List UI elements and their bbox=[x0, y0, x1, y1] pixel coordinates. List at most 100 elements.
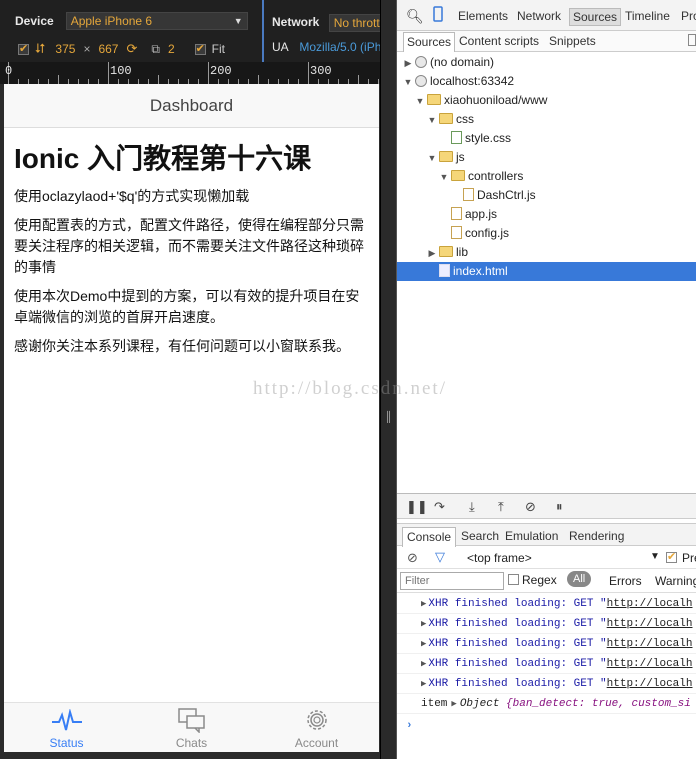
inspect-search-icon[interactable]: 🔍︎ bbox=[406, 8, 424, 25]
expand-triangle-icon[interactable]: ▼ bbox=[403, 73, 413, 92]
folder-icon bbox=[451, 170, 465, 181]
ruler-tick bbox=[258, 75, 259, 84]
message-url-link[interactable]: http://localh bbox=[607, 678, 693, 690]
frame-selector[interactable]: <top frame> bbox=[467, 551, 532, 565]
clear-console-icon[interactable]: ⊘ bbox=[407, 550, 418, 566]
drawer-tab-rendering[interactable]: Rendering bbox=[569, 529, 624, 543]
tab-network[interactable]: Network bbox=[517, 9, 561, 23]
tab-account[interactable]: Account bbox=[254, 703, 379, 752]
filter-icon[interactable]: ▽ bbox=[435, 549, 445, 565]
expand-triangle-icon[interactable]: ▼ bbox=[427, 149, 437, 168]
drawer-tab-search[interactable]: Search bbox=[461, 529, 499, 543]
message-url-link[interactable]: http://localh bbox=[607, 598, 693, 610]
step-over-icon[interactable]: ↷ bbox=[434, 499, 445, 515]
folder-icon bbox=[427, 94, 441, 105]
expand-message-icon[interactable]: ▶ bbox=[421, 659, 426, 669]
tab-chats[interactable]: Chats bbox=[129, 703, 254, 752]
level-warnings-button[interactable]: Warning bbox=[655, 574, 696, 588]
toggle-sidebar-icon[interactable] bbox=[688, 34, 696, 46]
frame-dropdown-icon[interactable]: ▼ bbox=[650, 551, 660, 562]
expand-triangle-icon[interactable]: ▼ bbox=[427, 111, 437, 130]
tree-item-label: lib bbox=[456, 245, 469, 259]
tab-timeline[interactable]: Timeline bbox=[625, 9, 670, 23]
height-value[interactable]: 667 bbox=[98, 42, 118, 56]
pause-on-exceptions-icon[interactable]: ⏸︎ bbox=[556, 499, 563, 515]
width-value[interactable]: 375 bbox=[55, 42, 75, 56]
ruler-label: 200 bbox=[210, 64, 232, 78]
fit-checkbox[interactable] bbox=[194, 42, 206, 55]
scale-value[interactable]: 2 bbox=[168, 42, 175, 56]
subtab-snippets[interactable]: Snippets bbox=[549, 34, 596, 48]
domain-icon bbox=[415, 56, 427, 68]
sources-navigator-tabs: Sources Content scripts Snippets bbox=[397, 31, 696, 52]
message-url-link[interactable]: http://localh bbox=[607, 638, 693, 650]
resolution-checkbox[interactable] bbox=[18, 42, 29, 55]
subtab-content-scripts[interactable]: Content scripts bbox=[459, 34, 539, 48]
filter-input[interactable] bbox=[400, 572, 504, 590]
message-url-link[interactable]: http://localh bbox=[607, 658, 693, 670]
tree-item[interactable]: ▼ xiaohuoniload/www bbox=[397, 91, 696, 110]
tree-item[interactable]: style.css bbox=[397, 129, 696, 148]
tree-item[interactable]: ▼ controllers bbox=[397, 167, 696, 186]
drawer-tab-emulation[interactable]: Emulation bbox=[505, 529, 558, 543]
paragraph: 感谢你关注本系列课程，有任何问题可以小窗联系我。 bbox=[14, 338, 350, 354]
tree-item[interactable]: ▶ (no domain) bbox=[397, 53, 696, 72]
ruler: 0 100 200 300 bbox=[0, 62, 399, 84]
subtab-sources[interactable]: Sources bbox=[403, 32, 456, 52]
device-select[interactable]: Apple iPhone 6 ▼ bbox=[65, 12, 248, 30]
tree-item-label: app.js bbox=[465, 207, 498, 221]
device-label: Device bbox=[15, 14, 54, 28]
level-all-button[interactable]: All bbox=[567, 571, 592, 587]
ruler-tick bbox=[358, 75, 359, 84]
domain-icon bbox=[415, 75, 427, 87]
drawer-tab-console[interactable]: Console bbox=[402, 527, 457, 547]
ruler-label: 0 bbox=[5, 64, 13, 78]
expand-message-icon[interactable]: ▶ bbox=[421, 639, 426, 649]
tree-item[interactable]: ▼ css bbox=[397, 110, 696, 129]
tab-status[interactable]: Status bbox=[4, 703, 129, 752]
collapse-triangle-icon[interactable]: ▶ bbox=[427, 244, 437, 263]
expand-triangle-icon[interactable]: ▼ bbox=[439, 168, 449, 187]
tree-item[interactable]: index.html bbox=[397, 262, 696, 281]
tree-item-label: controllers bbox=[468, 169, 524, 183]
step-out-icon[interactable]: ⤒ bbox=[498, 499, 504, 515]
expand-message-icon[interactable]: ▶ bbox=[421, 679, 426, 689]
tab-sources[interactable]: Sources bbox=[569, 8, 622, 26]
console-prompt-row[interactable]: › bbox=[397, 716, 696, 736]
device-select-value: Apple iPhone 6 bbox=[70, 14, 153, 28]
regex-checkbox[interactable] bbox=[508, 574, 519, 585]
tree-item[interactable]: ▼ js bbox=[397, 148, 696, 167]
preserve-log-checkbox[interactable] bbox=[666, 550, 677, 563]
swap-dimensions-icon[interactable]: ⟳ bbox=[126, 41, 137, 57]
tree-item[interactable]: app.js bbox=[397, 205, 696, 224]
message-url-link[interactable]: http://localh bbox=[607, 618, 693, 630]
header-title: Dashboard bbox=[149, 96, 234, 115]
tree-item-label: css bbox=[456, 112, 474, 126]
pause-icon[interactable]: ❚❚ bbox=[406, 499, 428, 515]
tree-item-label: index.html bbox=[453, 264, 508, 278]
tree-item[interactable]: DashCtrl.js bbox=[397, 186, 696, 205]
ruler-tick bbox=[58, 75, 59, 84]
folder-icon bbox=[439, 246, 453, 257]
expand-message-icon[interactable]: ▶ bbox=[421, 619, 426, 629]
tree-item[interactable]: ▶ lib bbox=[397, 243, 696, 262]
level-errors-button[interactable]: Errors bbox=[609, 574, 642, 588]
tree-item[interactable]: ▼ localhost:63342 bbox=[397, 72, 696, 91]
tab-elements[interactable]: Elements bbox=[458, 9, 508, 23]
folder-icon bbox=[439, 113, 453, 124]
gear-icon bbox=[306, 710, 327, 730]
message-text: XHR finished loading: GET " bbox=[428, 598, 607, 610]
chat-bubbles-icon bbox=[177, 708, 205, 733]
expand-object-icon[interactable]: ▶ bbox=[451, 699, 456, 709]
emulation-toolbar: Device Apple iPhone 6 ▼ Network No throt… bbox=[0, 0, 401, 62]
device-mode-icon[interactable] bbox=[433, 6, 443, 25]
pulse-icon bbox=[51, 709, 82, 731]
tree-item[interactable]: config.js bbox=[397, 224, 696, 243]
tab-bar: Status Chats Account bbox=[4, 702, 379, 752]
expand-message-icon[interactable]: ▶ bbox=[421, 599, 426, 609]
expand-triangle-icon[interactable]: ▼ bbox=[415, 92, 425, 111]
step-into-icon[interactable]: ⤓ bbox=[469, 499, 475, 515]
deactivate-breakpoints-icon[interactable]: ⊘ bbox=[525, 499, 536, 515]
collapse-triangle-icon[interactable]: ▶ bbox=[403, 54, 413, 73]
tab-profiles[interactable]: Prof bbox=[681, 9, 696, 23]
